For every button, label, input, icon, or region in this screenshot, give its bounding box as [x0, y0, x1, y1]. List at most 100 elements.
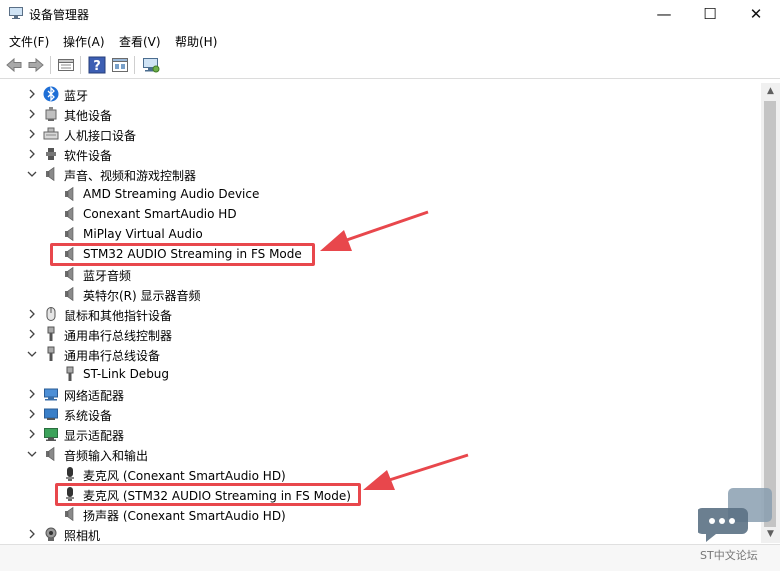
tree-item-label: 系统设备: [64, 409, 113, 423]
tree-category-row[interactable]: 网络适配器: [0, 384, 760, 404]
speaker-icon: [65, 286, 74, 302]
menu-bar: 文件(F) 操作(A) 查看(V) 帮助(H): [0, 29, 780, 51]
maximize-button[interactable]: ☐: [687, 0, 733, 28]
speaker-icon: [46, 446, 55, 462]
tree-category-row[interactable]: 系统设备: [0, 404, 760, 424]
tree-item-label: 蓝牙: [64, 89, 89, 103]
scroll-up-icon[interactable]: ▲: [761, 83, 780, 100]
device-manager-icon: [9, 7, 23, 19]
tree-device-row[interactable]: ST-Link Debug: [0, 364, 760, 384]
tree-item-label: 鼠标和其他指针设备: [64, 309, 173, 323]
chevron-right-icon[interactable]: [26, 84, 38, 104]
bluetooth-icon: [43, 86, 59, 102]
tree-item-label: 人机接口设备: [64, 129, 137, 143]
tree-item-label: 扬声器 (Conexant SmartAudio HD): [83, 509, 286, 523]
tree-category-row[interactable]: 人机接口设备: [0, 124, 760, 144]
menu-view[interactable]: 查看(V): [119, 33, 161, 50]
tree-category-row[interactable]: 通用串行总线设备: [0, 344, 760, 364]
microphone-icon: [66, 467, 74, 481]
tree-item-label: 通用串行总线设备: [64, 349, 161, 363]
chevron-down-icon[interactable]: [26, 164, 38, 184]
chevron-right-icon[interactable]: [26, 384, 38, 404]
tree-item-label: MiPlay Virtual Audio: [83, 227, 203, 241]
tree-item-label: 其他设备: [64, 109, 113, 123]
close-button[interactable]: ✕: [733, 0, 779, 28]
chevron-down-icon[interactable]: [26, 444, 38, 464]
tree-category-row[interactable]: 照相机: [0, 524, 760, 543]
tree-category-row[interactable]: 鼠标和其他指针设备: [0, 304, 760, 324]
speaker-icon: [65, 226, 74, 242]
chevron-right-icon[interactable]: [26, 324, 38, 344]
svg-text:?: ?: [93, 59, 101, 74]
speaker-icon: [65, 506, 74, 522]
chevron-right-icon[interactable]: [26, 124, 38, 144]
tree-device-row[interactable]: 英特尔(R) 显示器音频: [0, 284, 760, 304]
tree-item-label: 网络适配器: [64, 389, 125, 403]
speaker-icon: [65, 186, 74, 202]
network-icon: [44, 388, 58, 401]
system-icon: [44, 408, 58, 420]
hid-icon: [43, 127, 59, 140]
chevron-right-icon[interactable]: [26, 144, 38, 164]
toolbar-separator: [50, 56, 51, 74]
mouse-icon: [46, 307, 56, 321]
tree-item-label: 音频输入和输出: [64, 449, 149, 463]
tree-category-row[interactable]: 其他设备: [0, 104, 760, 124]
menu-help[interactable]: 帮助(H): [175, 33, 217, 50]
chevron-right-icon[interactable]: [26, 104, 38, 124]
chevron-down-icon[interactable]: [26, 344, 38, 364]
tree-item-label: 照相机: [64, 529, 101, 543]
tree-device-row[interactable]: AMD Streaming Audio Device: [0, 184, 760, 204]
toolbar-separator: [134, 56, 135, 74]
highlight-box-stm32-microphone: [55, 483, 361, 506]
annotation-arrow-icon: [320, 210, 429, 251]
minimize-button[interactable]: —: [641, 0, 687, 28]
scrollbar-thumb[interactable]: [764, 101, 776, 527]
tree-category-row[interactable]: 软件设备: [0, 144, 760, 164]
help-icon[interactable]: ?: [88, 56, 106, 74]
annotation-arrow-icon: [363, 453, 469, 490]
toolbar: ?: [0, 52, 780, 79]
usb-icon: [66, 366, 74, 381]
tree-item-label: 通用串行总线控制器: [64, 329, 173, 343]
view-icon[interactable]: [111, 56, 129, 74]
window-title: 设备管理器: [29, 8, 90, 22]
forward-icon[interactable]: [27, 56, 45, 74]
tree-device-row[interactable]: 蓝牙音频: [0, 264, 760, 284]
vertical-scrollbar[interactable]: ▲ ▼: [761, 83, 780, 543]
display-icon: [44, 428, 58, 441]
back-icon[interactable]: [5, 56, 23, 74]
chevron-right-icon[interactable]: [26, 424, 38, 444]
chevron-right-icon[interactable]: [26, 524, 38, 543]
tree-item-label: 软件设备: [64, 149, 113, 163]
scan-hardware-icon[interactable]: [142, 56, 160, 74]
tree-item-label: 麦克风 (Conexant SmartAudio HD): [83, 469, 286, 483]
watermark-text: ST中文论坛: [700, 549, 758, 562]
tree-item-label: ST-Link Debug: [83, 367, 170, 381]
tree-item-label: 英特尔(R) 显示器音频: [83, 289, 201, 303]
title-bar: 设备管理器 — ☐ ✕: [0, 0, 780, 28]
usb-icon: [47, 346, 55, 361]
tree-category-row[interactable]: 蓝牙: [0, 84, 760, 104]
tree-category-row[interactable]: 通用串行总线控制器: [0, 324, 760, 344]
tree-device-row[interactable]: 扬声器 (Conexant SmartAudio HD): [0, 504, 760, 524]
usb-icon: [47, 326, 55, 341]
chevron-right-icon[interactable]: [26, 304, 38, 324]
software-device-icon: [46, 148, 56, 160]
forum-chat-icon: [698, 488, 772, 542]
unknown-device-icon: [45, 107, 57, 121]
menu-action[interactable]: 操作(A): [63, 33, 105, 50]
status-bar: [0, 544, 780, 571]
tree-category-row[interactable]: 声音、视频和游戏控制器: [0, 164, 760, 184]
highlight-box-stm32-device: [50, 243, 315, 266]
properties-icon[interactable]: [57, 56, 75, 74]
tree-item-label: 声音、视频和游戏控制器: [64, 169, 197, 183]
camera-icon: [45, 527, 57, 541]
tree-item-label: Conexant SmartAudio HD: [83, 207, 237, 221]
tree-category-row[interactable]: 显示适配器: [0, 424, 760, 444]
menu-file[interactable]: 文件(F): [9, 33, 49, 50]
speaker-icon: [65, 266, 74, 282]
chevron-right-icon[interactable]: [26, 404, 38, 424]
toolbar-separator: [80, 56, 81, 74]
tree-item-label: AMD Streaming Audio Device: [83, 187, 260, 201]
